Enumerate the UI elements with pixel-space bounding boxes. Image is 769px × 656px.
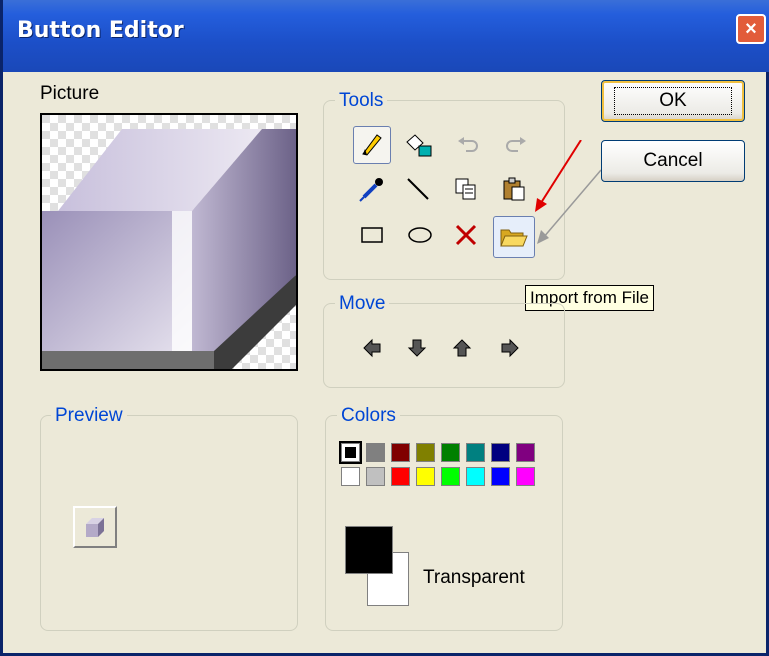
- clear-icon: [455, 224, 477, 246]
- preview-title: Preview: [51, 405, 127, 427]
- move-left-button[interactable]: [359, 335, 385, 361]
- ellipse-tool[interactable]: [401, 216, 439, 254]
- title-bar: Button Editor ×: [3, 0, 769, 72]
- cancel-button[interactable]: Cancel: [601, 140, 745, 182]
- arrow-up-icon: [452, 339, 472, 357]
- color-swatch[interactable]: [491, 443, 510, 462]
- move-right-button[interactable]: [497, 335, 523, 361]
- eyedropper-icon: [359, 178, 383, 202]
- copy-icon: [455, 178, 476, 200]
- fill-bucket-icon: [406, 134, 432, 157]
- move-up-button[interactable]: [449, 335, 475, 361]
- picture-canvas[interactable]: [40, 113, 298, 371]
- color-swatch[interactable]: [339, 441, 362, 464]
- red-arrow-head: [535, 198, 547, 212]
- line-icon: [407, 178, 429, 200]
- clear-button[interactable]: [447, 216, 485, 254]
- cube-icon: [86, 518, 104, 537]
- color-swatch[interactable]: [366, 467, 385, 486]
- ok-label: OK: [614, 87, 732, 115]
- move-down-button[interactable]: [404, 335, 430, 361]
- preview-button: [73, 506, 117, 548]
- red-arrow-line: [538, 140, 582, 207]
- color-swatch[interactable]: [416, 467, 435, 486]
- undo-button[interactable]: [449, 126, 487, 164]
- rectangle-tool[interactable]: [353, 216, 391, 254]
- color-swatch[interactable]: [391, 443, 410, 462]
- color-swatch[interactable]: [491, 467, 510, 486]
- color-swatch[interactable]: [366, 443, 385, 462]
- color-swatch[interactable]: [516, 443, 535, 462]
- transparent-label: Transparent: [423, 567, 525, 588]
- arrow-left-icon: [363, 338, 381, 358]
- color-swatch[interactable]: [466, 443, 485, 462]
- pencil-icon: [362, 134, 382, 156]
- tools-title: Tools: [335, 90, 388, 112]
- undo-icon: [458, 137, 478, 152]
- foreground-color-swatch[interactable]: [345, 526, 393, 574]
- close-button[interactable]: ×: [736, 14, 766, 44]
- color-swatch[interactable]: [516, 467, 535, 486]
- rectangle-icon: [361, 227, 383, 243]
- color-swatch[interactable]: [466, 467, 485, 486]
- pencil-tool[interactable]: [353, 126, 391, 164]
- colors-title: Colors: [337, 405, 400, 427]
- eyedropper-tool[interactable]: [353, 170, 391, 208]
- picture-label: Picture: [40, 83, 100, 104]
- color-swatch[interactable]: [391, 467, 410, 486]
- window-title: Button Editor: [17, 18, 184, 43]
- arrow-down-icon: [407, 339, 427, 357]
- copy-button[interactable]: [447, 170, 485, 208]
- color-swatch[interactable]: [441, 443, 460, 462]
- line-tool[interactable]: [399, 170, 437, 208]
- move-title: Move: [335, 293, 390, 315]
- color-swatch[interactable]: [441, 467, 460, 486]
- color-swatch[interactable]: [341, 467, 360, 486]
- cube-picture: [42, 115, 296, 369]
- arrow-right-icon: [501, 338, 519, 358]
- gray-arrow-line: [542, 169, 602, 239]
- fill-tool[interactable]: [399, 126, 437, 164]
- button-editor-window: Button Editor × Picture Tools Import fro…: [0, 0, 769, 656]
- color-swatch[interactable]: [416, 443, 435, 462]
- ok-button[interactable]: OK: [601, 80, 745, 122]
- ellipse-icon: [408, 227, 432, 243]
